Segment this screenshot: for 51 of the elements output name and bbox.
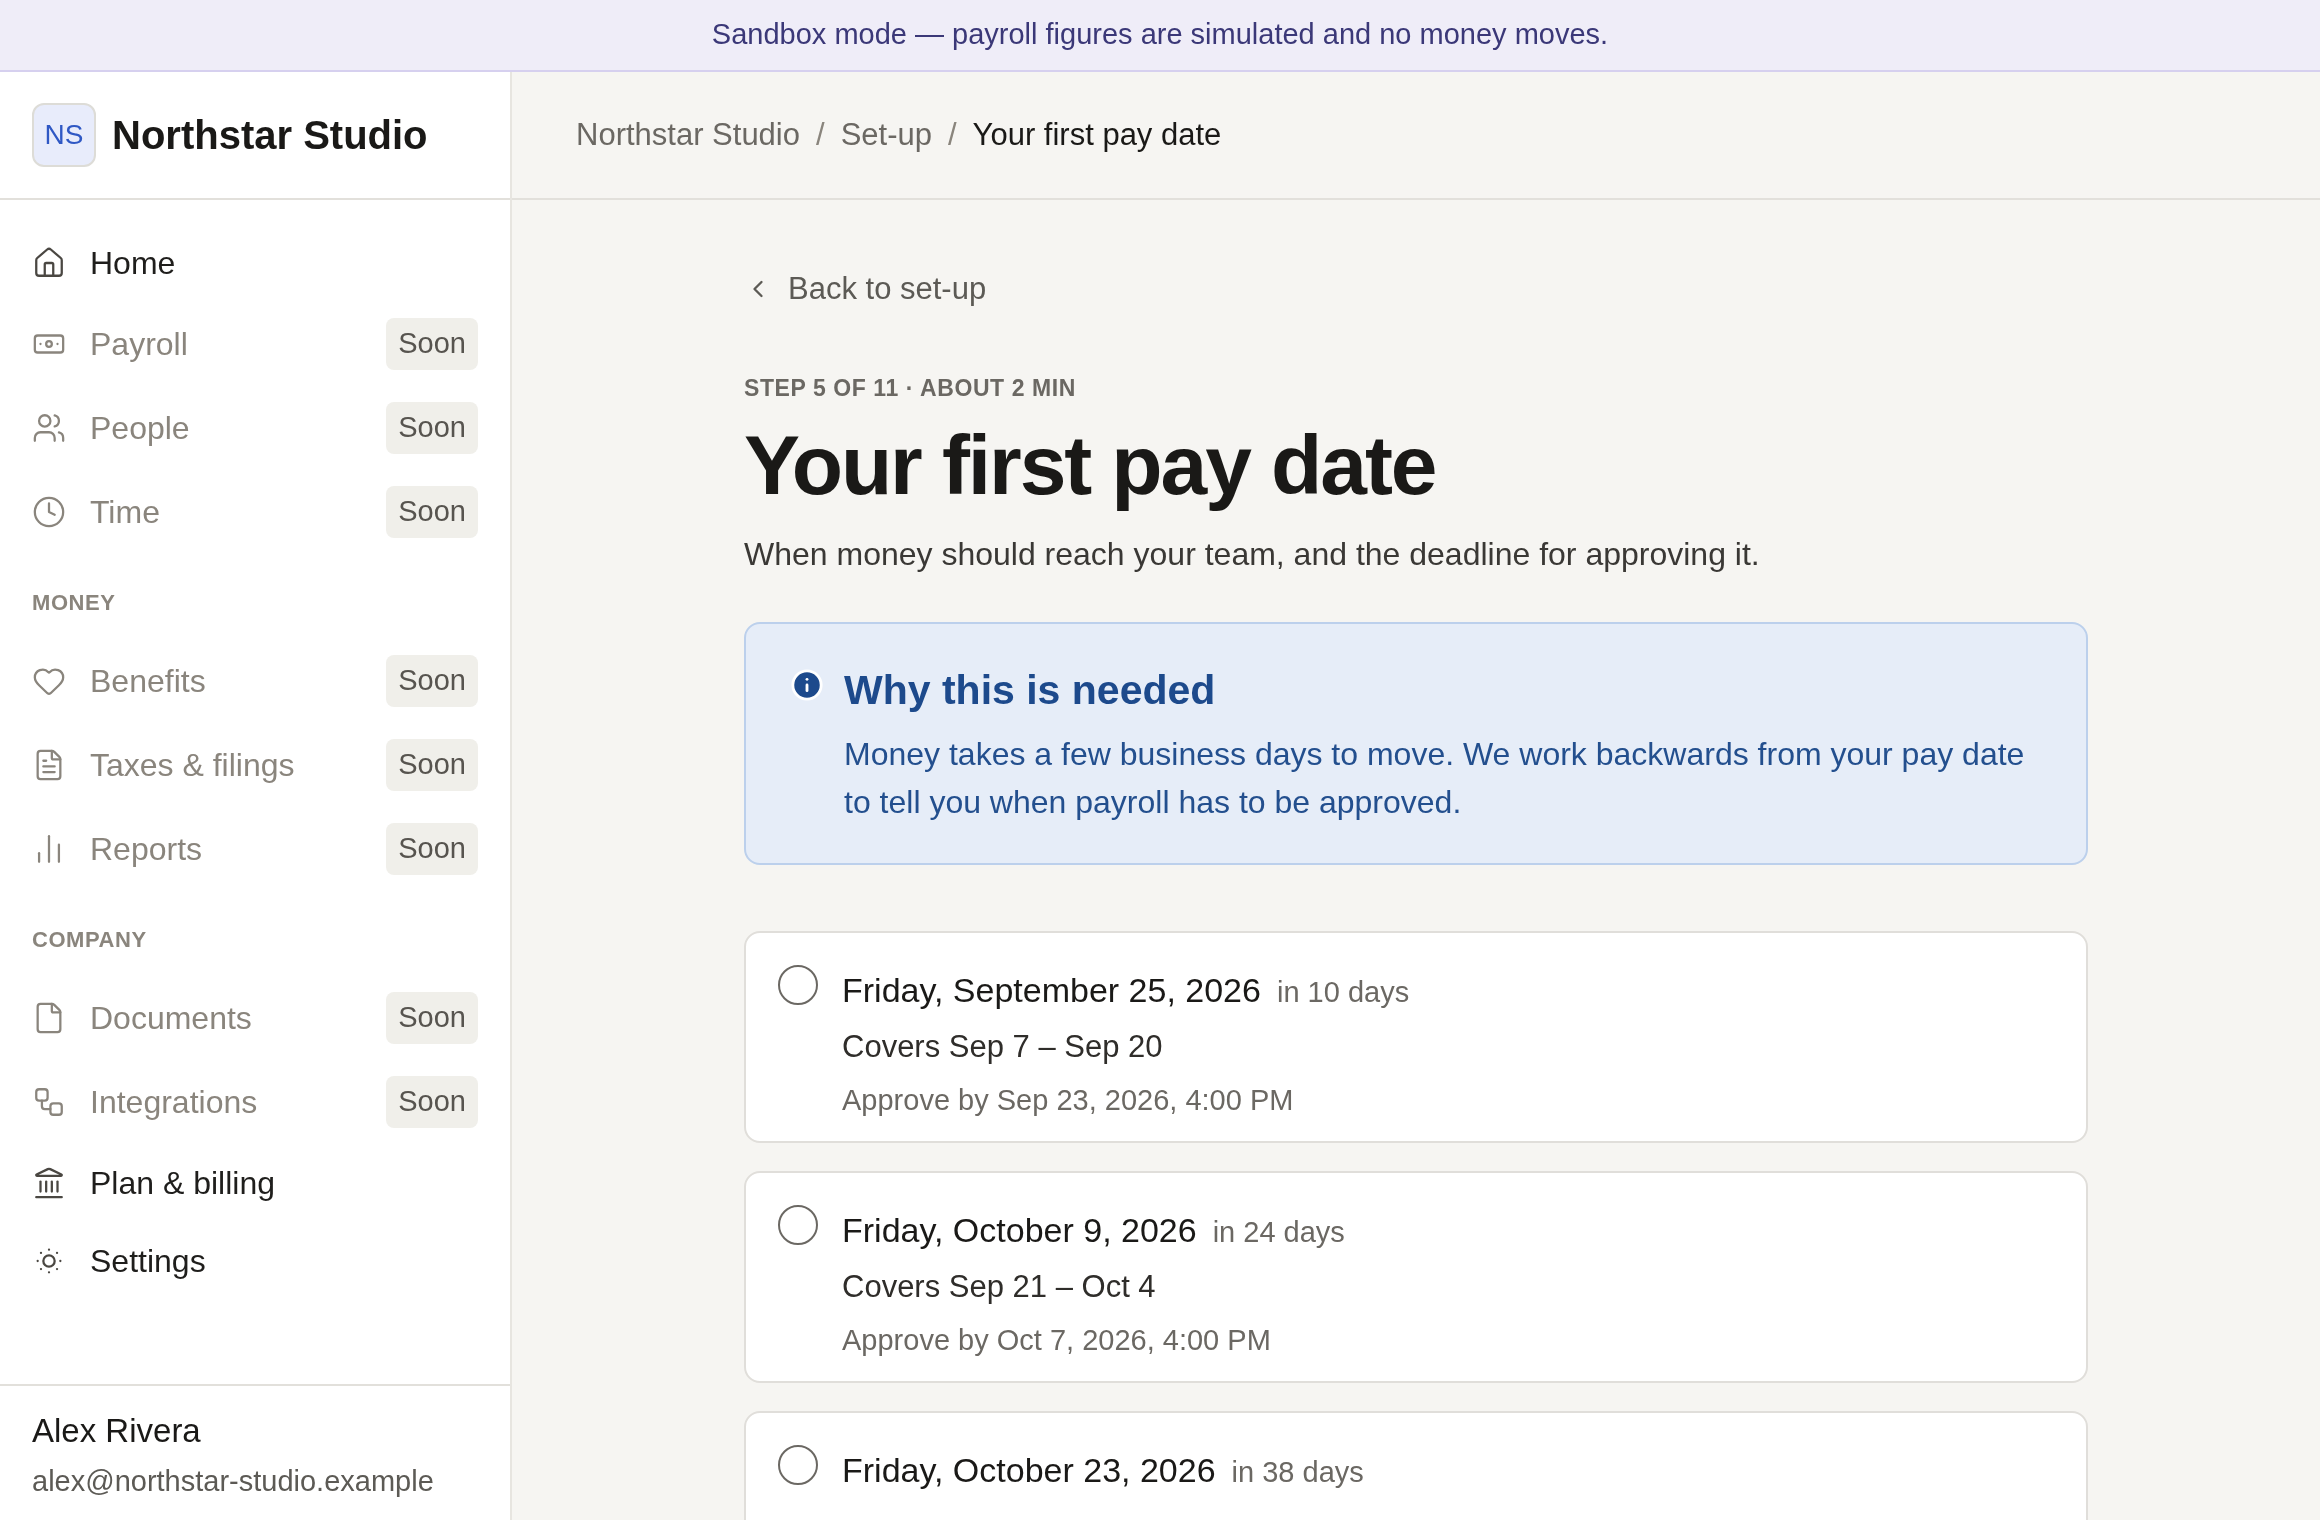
step-label: STEP 5 OF 11 · ABOUT 2 MIN <box>744 373 1077 403</box>
people-icon <box>32 411 66 445</box>
soon-badge: Soon <box>386 402 478 454</box>
sandbox-banner: Sandbox mode — payroll figures are simulated and no money moves. <box>0 0 2320 72</box>
section-heading: MONEY <box>32 589 117 617</box>
breadcrumb-link[interactable]: Your first pay date <box>972 111 1222 159</box>
pay-date-option[interactable]: Friday, September 25, 2026 in 10 days Covers Sep 7 – Sep 20 Approve by Sep 23, 2026, 4:00 PM <box>744 931 2088 1143</box>
page-title: Your first pay date <box>744 417 1437 514</box>
nav-item[interactable]: Plan & billing <box>90 1159 275 1207</box>
brand-name: Northstar Studio <box>112 112 428 159</box>
clock-icon <box>32 495 66 529</box>
bank-icon <box>32 1166 66 1200</box>
breadcrumb-separator: / <box>947 115 957 154</box>
pay-date-option[interactable]: Friday, October 23, 2026 in 38 days <box>744 1411 2088 1520</box>
pay-date-option[interactable]: Friday, October 9, 2026 in 24 days Covers Sep 21 – Oct 4 Approve by Oct 7, 2026, 4:00 PM <box>744 1171 2088 1383</box>
breadcrumb-separator: / <box>816 115 825 154</box>
info-heading: Why this is needed <box>844 666 1217 715</box>
soon-badge: Soon <box>386 318 478 370</box>
back-link[interactable]: Back to set-up <box>744 266 987 313</box>
page-subtitle: When money should reach your team, and the deadline for approving it. <box>744 535 1761 574</box>
relative-time: in 24 days <box>1212 1215 1345 1250</box>
pay-period: Covers Sep 21 – Oct 4 <box>842 1268 1157 1306</box>
soon-badge: Soon <box>386 655 478 707</box>
pay-period: Covers Sep 7 – Sep 20 <box>842 1028 1164 1066</box>
section-heading: COMPANY <box>32 926 148 954</box>
nav-item[interactable]: Settings <box>90 1237 206 1285</box>
pay-date: Friday, October 23, 2026 <box>842 1450 1216 1491</box>
info-text: Money takes a few business days to move. We work backwards from your pay date to tell you when payroll has to be approved. <box>844 734 2026 822</box>
breadcrumb-link[interactable]: Set-up <box>840 111 932 159</box>
approval-deadline: Approve by Sep 23, 2026, 4:00 PM <box>842 1082 1295 1118</box>
soon-badge: Soon <box>386 739 478 791</box>
soon-badge: Soon <box>386 823 478 875</box>
brand-logo: NS <box>32 103 96 167</box>
radio-button[interactable] <box>778 1205 818 1245</box>
nav-item[interactable]: Home <box>90 239 176 287</box>
breadcrumb-link[interactable]: Northstar Studio <box>576 111 800 159</box>
soon-badge: Soon <box>386 992 478 1044</box>
pay-date: Friday, October 9, 2026 <box>842 1210 1197 1251</box>
user-name: Alex Rivera <box>32 1411 202 1451</box>
relative-time: in 10 days <box>1276 975 1410 1010</box>
home-icon <box>32 246 66 280</box>
info-icon <box>790 668 824 702</box>
user-email: alex@northstar-studio.example <box>32 1463 435 1499</box>
approval-deadline: Approve by Oct 7, 2026, 4:00 PM <box>842 1322 1272 1358</box>
radio-button[interactable] <box>778 965 818 1005</box>
connected-squares-icon <box>32 1085 66 1119</box>
relative-time: in 38 days <box>1231 1455 1364 1490</box>
soon-badge: Soon <box>386 1076 478 1128</box>
pay-date: Friday, September 25, 2026 <box>842 970 1261 1011</box>
soon-badge: Soon <box>386 486 478 538</box>
radio-button[interactable] <box>778 1445 818 1485</box>
